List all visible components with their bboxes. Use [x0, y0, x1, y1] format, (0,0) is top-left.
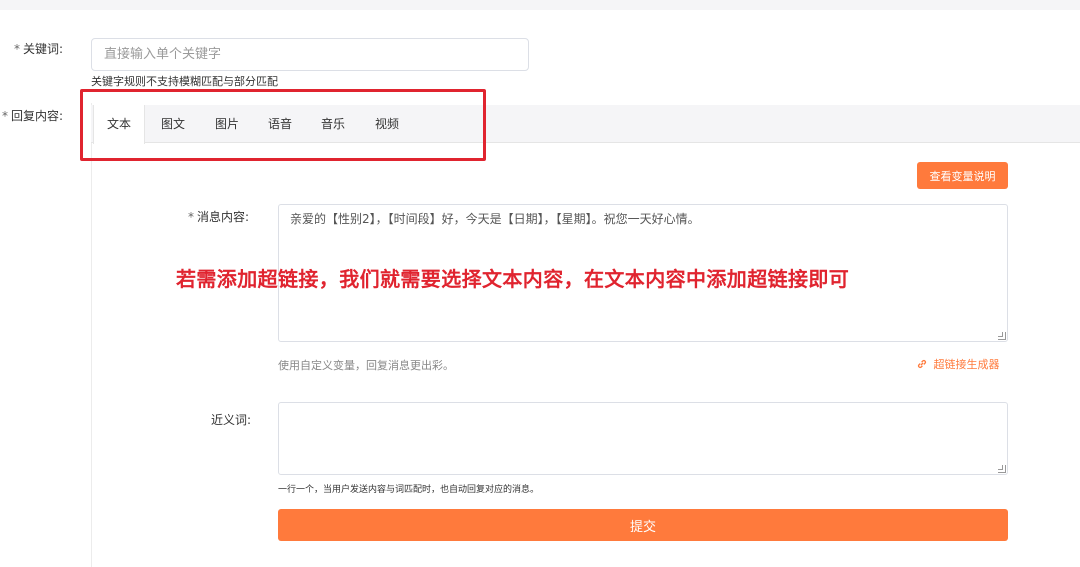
link-icon: [917, 358, 931, 371]
required-mark: *: [2, 109, 8, 123]
annotation-text: 若需添加超链接，我们就需要选择文本内容，在文本内容中添加超链接即可: [176, 267, 850, 291]
keyword-label: * 关键词:: [14, 40, 63, 57]
reply-type-tabs: 文本 图文 图片 语音 音乐 视频: [91, 105, 1080, 144]
submit-button[interactable]: 提交: [278, 509, 1008, 541]
hyperlink-generator-label: 超链接生成器: [933, 358, 1000, 371]
required-mark: *: [188, 210, 194, 224]
resize-handle-icon[interactable]: [998, 332, 1006, 340]
keyword-hint: 关键字规则不支持模糊匹配与部分匹配: [91, 75, 278, 88]
resize-handle-icon[interactable]: [998, 465, 1006, 473]
message-hint: 使用自定义变量，回复消息更出彩。: [278, 359, 454, 372]
synonym-label: 近义词:: [211, 413, 252, 427]
tab-video[interactable]: 视频: [363, 105, 411, 144]
synonym-textarea[interactable]: [278, 402, 1008, 475]
synonym-hint: 一行一个，当用户发送内容与词匹配时，也自动回复对应的消息。: [278, 485, 540, 495]
message-label: * 消息内容:: [188, 208, 249, 225]
reply-label: * 回复内容:: [2, 107, 63, 124]
view-variable-docs-button[interactable]: 查看变量说明: [917, 162, 1008, 189]
tab-voice[interactable]: 语音: [256, 105, 304, 144]
required-mark: *: [14, 42, 20, 56]
tab-image[interactable]: 图片: [203, 105, 251, 144]
message-label-text: 消息内容:: [197, 210, 250, 224]
hyperlink-generator-link[interactable]: 超链接生成器: [917, 356, 1000, 372]
message-value: 亲爱的【性别2】，【时间段】好，今天是【日期】，【星期】。祝您一天好心情。: [290, 212, 700, 226]
tab-text[interactable]: 文本: [93, 105, 145, 144]
tab-news[interactable]: 图文: [149, 105, 197, 144]
keyword-label-text: 关键词:: [23, 42, 64, 56]
keyword-input[interactable]: [91, 38, 529, 71]
reply-label-text: 回复内容:: [11, 109, 64, 123]
top-bar: [0, 0, 1080, 10]
tab-music[interactable]: 音乐: [309, 105, 357, 144]
